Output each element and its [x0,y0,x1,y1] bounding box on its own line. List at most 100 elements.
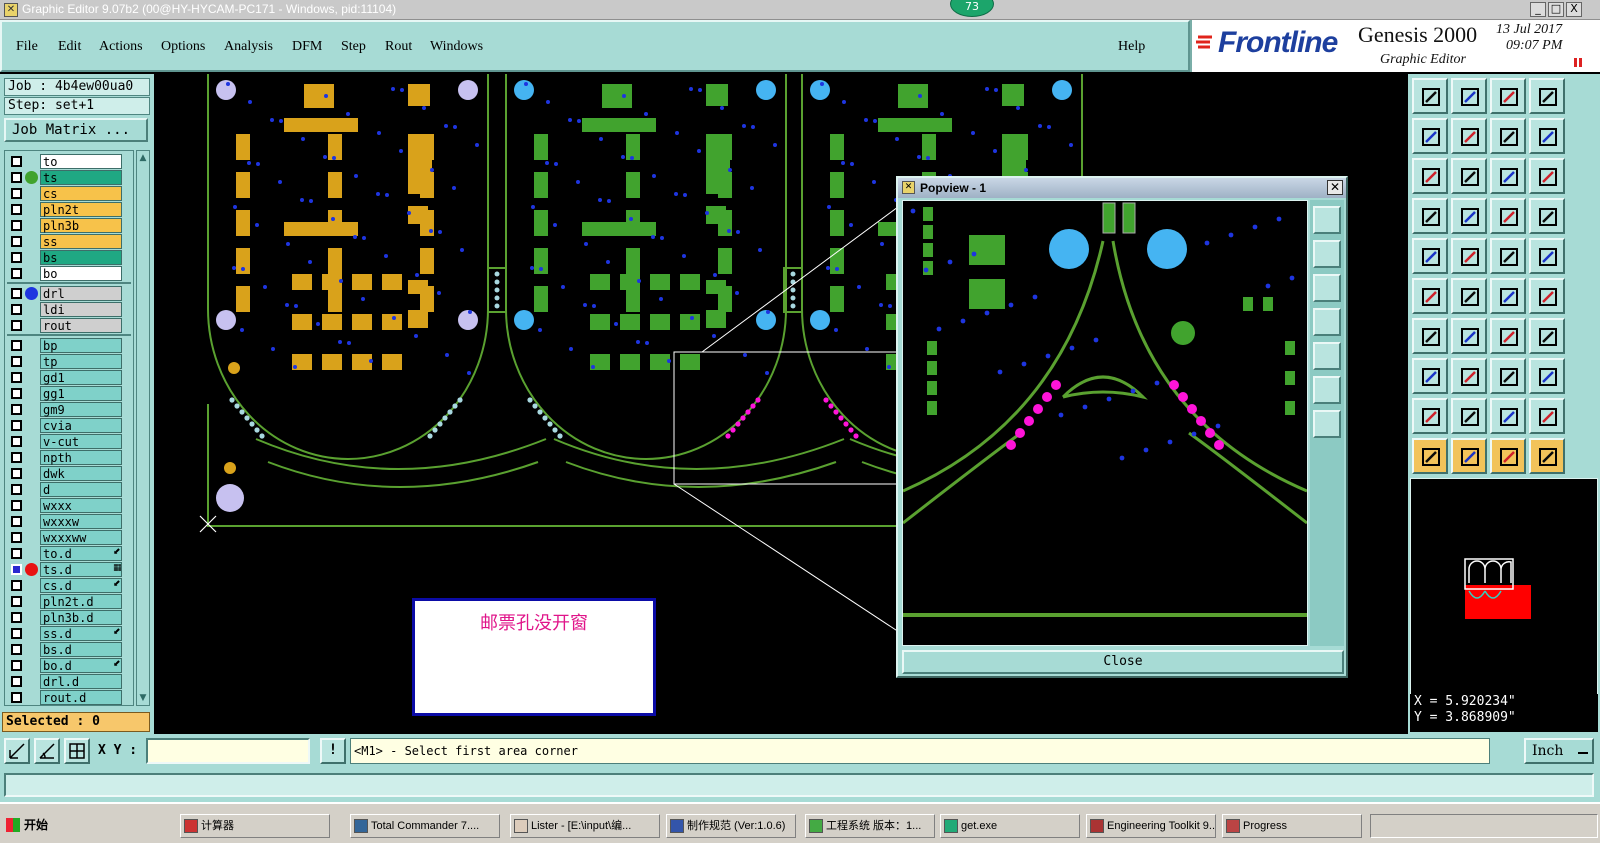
line-select-icon[interactable] [1529,278,1565,314]
layer-checkbox[interactable] [11,340,22,351]
layer-checkbox[interactable] [11,288,22,299]
popview-center-icon[interactable] [1313,410,1341,438]
layer-row-ss[interactable]: ss [5,233,133,249]
window-icon[interactable] [1529,78,1565,114]
drill-icon[interactable] [1529,238,1565,274]
refresh-icon[interactable] [1529,118,1565,154]
layer-row-d[interactable]: d [5,481,133,497]
units-dropdown[interactable]: Inch [1524,738,1594,764]
overview-map[interactable] [1410,478,1598,700]
xy-input[interactable] [146,738,310,764]
layer-row-bp.d[interactable]: bp.d [5,705,133,706]
layer-row-rout.d[interactable]: rout.d [5,689,133,705]
layer-checkbox[interactable] [11,564,22,575]
layer-row-gm9[interactable]: gm9 [5,401,133,417]
close-window-button[interactable]: X [1566,2,1582,17]
layer-checkbox[interactable] [11,692,22,703]
taskbar-item[interactable]: 工程系统 版本：1... [805,814,935,838]
layer-checkbox[interactable] [11,388,22,399]
layer-checkbox[interactable] [11,628,22,639]
layer-row-drl[interactable]: drl [5,285,133,301]
fit-screen-icon[interactable] [1412,158,1448,194]
line-icon[interactable] [1490,278,1526,314]
popview-close-button[interactable]: Close [902,650,1344,674]
layer-row-wxxxww[interactable]: wxxxww [5,529,133,545]
layer-list[interactable]: to ts cs pln2t pln3b ss bs bo drl ldi rout bp tp gd1 g… [4,150,134,706]
menu-help[interactable]: Help [1118,39,1145,55]
scale-icon[interactable] [1490,158,1526,194]
arc-move-icon[interactable] [1529,398,1565,434]
layer-checkbox[interactable] [11,580,22,591]
layer-row-npth[interactable]: npth [5,449,133,465]
layer-checkbox[interactable] [11,548,22,559]
layer-checkbox[interactable] [11,436,22,447]
job-matrix-button[interactable]: Job Matrix ... [4,118,148,142]
select-zone-icon[interactable] [1451,438,1487,474]
layer-checkbox[interactable] [11,500,22,511]
taskbar-item[interactable]: Lister - [E:\input\编... [510,814,660,838]
copy-icon[interactable] [1529,358,1565,394]
grid-icon[interactable] [64,738,90,764]
slash-icon[interactable] [1451,318,1487,354]
taskbar-item[interactable]: 计算器 [180,814,330,838]
layer-checkbox[interactable] [11,660,22,671]
layer-checkbox[interactable] [11,452,22,463]
layer-checkbox[interactable] [11,156,22,167]
scroll-up-icon[interactable]: ▲ [138,153,148,163]
taskbar-item[interactable]: 制作规范 (Ver:1.0.6) [666,814,796,838]
system-tray[interactable] [1370,814,1598,838]
popview-zoom-in-icon[interactable] [1313,240,1341,268]
popview-window[interactable]: ✕ Popview - 1 ✕ Close [896,176,1348,678]
popview-title-bar[interactable]: ✕ Popview - 1 ✕ [898,178,1346,198]
grid-icon[interactable] [1451,198,1487,234]
popview-pan-right-icon[interactable] [1313,342,1341,370]
layer-row-ss.d[interactable]: ss.d ⬋ [5,625,133,641]
layer-row-wxxxw[interactable]: wxxxw [5,513,133,529]
cross-icon[interactable] [1451,278,1487,314]
arc-icon[interactable] [1451,398,1487,434]
triangle-icon[interactable] [1412,398,1448,434]
start-button[interactable]: 开始 [2,814,62,838]
layer-row-ts.d[interactable]: ts.d ▦ [5,561,133,577]
layer-checkbox[interactable] [11,320,22,331]
route-icon[interactable] [1529,438,1565,474]
layer-row-bo[interactable]: bo [5,265,133,281]
net-select-icon[interactable] [1529,198,1565,234]
layer-checkbox[interactable] [11,236,22,247]
menu-file[interactable]: File [16,39,38,55]
layer-row-dwk[interactable]: dwk [5,465,133,481]
layer-row-tp[interactable]: tp [5,353,133,369]
rotate-icon[interactable] [1490,318,1526,354]
layer-row-pln3b[interactable]: pln3b [5,217,133,233]
arc-select-icon[interactable] [1490,398,1526,434]
snap-icon[interactable] [1412,278,1448,314]
help-icon[interactable] [1529,158,1565,194]
layer-checkbox[interactable] [11,484,22,495]
layer-row-wxxx[interactable]: wxxx [5,497,133,513]
layer-row-cvia[interactable]: cvia [5,417,133,433]
layer-row-bs[interactable]: bs [5,249,133,265]
menu-dfm[interactable]: DFM [292,39,322,55]
layer-checkbox[interactable] [11,644,22,655]
menu-edit[interactable]: Edit [58,39,81,55]
menu-actions[interactable]: Actions [99,39,143,55]
layer-row-gg1[interactable]: gg1 [5,385,133,401]
menu-windows[interactable]: Windows [430,39,483,55]
layer-checkbox[interactable] [11,252,22,263]
layer-checkbox[interactable] [11,404,22,415]
popview-pan-left-icon[interactable] [1313,308,1341,336]
layer-checkbox[interactable] [11,172,22,183]
angle-icon[interactable] [1412,318,1448,354]
layer-row-gd1[interactable]: gd1 [5,369,133,385]
layer-checkbox[interactable] [11,304,22,315]
select-icon[interactable] [1412,438,1448,474]
layer-row-ts[interactable]: ts [5,169,133,185]
layer-checkbox[interactable] [11,220,22,231]
menu-step[interactable]: Step [341,39,366,55]
popview-zoom-view[interactable] [902,200,1308,646]
layer-checkbox[interactable] [11,268,22,279]
layer-row-cs[interactable]: cs [5,185,133,201]
layer-row-pln2t[interactable]: pln2t [5,201,133,217]
layer-row-to[interactable]: to [5,153,133,169]
center-icon[interactable] [1451,158,1487,194]
